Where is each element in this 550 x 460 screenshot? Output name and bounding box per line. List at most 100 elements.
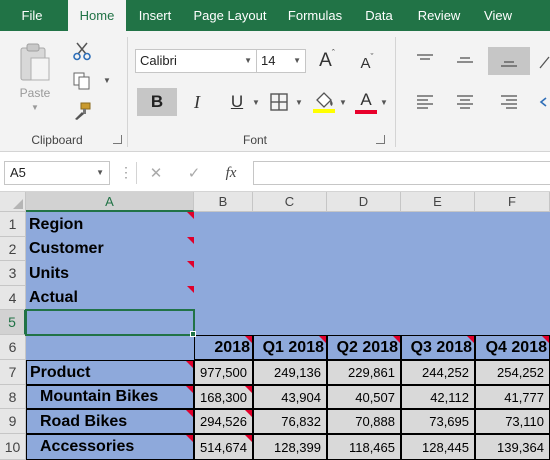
cell-e9[interactable]: 73,695 <box>401 409 475 434</box>
cell-a1[interactable]: Region <box>26 212 194 237</box>
cell-a8[interactable]: Mountain Bikes <box>26 385 194 409</box>
borders-icon[interactable] <box>267 91 291 113</box>
cell-c9[interactable]: 76,832 <box>253 409 327 434</box>
fill-handle[interactable] <box>190 331 196 337</box>
underline-button[interactable]: U <box>224 88 250 116</box>
fill-color-chevron-down-icon[interactable]: ▼ <box>339 98 347 107</box>
underline-chevron-down-icon[interactable]: ▼ <box>252 98 260 107</box>
cell-a7[interactable]: Product <box>26 360 194 385</box>
cell-b6[interactable]: 2018 <box>194 335 253 360</box>
cell-b8[interactable]: 168,300 <box>194 385 253 409</box>
row-header-6[interactable]: 6 <box>0 335 26 360</box>
row-header-1[interactable]: 1 <box>0 212 26 237</box>
cell-d9[interactable]: 70,888 <box>327 409 401 434</box>
cell-e10[interactable]: 128,445 <box>401 434 475 460</box>
align-center-icon[interactable] <box>453 91 477 113</box>
name-box[interactable]: A5 ▼ <box>4 161 110 185</box>
insert-function-icon[interactable]: fx <box>218 162 244 184</box>
cell-f6[interactable]: Q4 2018 <box>475 335 550 360</box>
align-top-icon[interactable] <box>413 49 437 71</box>
fill-color-icon[interactable] <box>310 88 338 116</box>
font-color-icon[interactable]: A <box>354 88 378 116</box>
cancel-icon[interactable]: ✕ <box>145 162 167 184</box>
bold-button[interactable]: B <box>137 88 177 116</box>
align-middle-icon[interactable] <box>453 49 477 71</box>
format-painter-icon[interactable] <box>70 99 94 123</box>
enter-icon[interactable]: ✓ <box>183 162 205 184</box>
cell-b7[interactable]: 977,500 <box>194 360 253 385</box>
cell-c8[interactable]: 43,904 <box>253 385 327 409</box>
decrease-indent-icon[interactable] <box>538 91 550 113</box>
tab-insert[interactable]: Insert <box>132 0 178 31</box>
tab-home[interactable]: Home <box>68 0 126 31</box>
row-header-9[interactable]: 9 <box>0 409 26 434</box>
cell-b10[interactable]: 514,674 <box>194 434 253 460</box>
row-header-4[interactable]: 4 <box>0 286 26 310</box>
align-left-icon[interactable] <box>413 91 437 113</box>
column-header-a[interactable]: A <box>26 192 194 212</box>
tab-data[interactable]: Data <box>360 0 398 31</box>
tab-page-layout[interactable]: Page Layout <box>190 0 270 31</box>
cell-c10[interactable]: 128,399 <box>253 434 327 460</box>
row-header-10[interactable]: 10 <box>0 434 26 460</box>
tab-view[interactable]: View <box>478 0 518 31</box>
row-header-5[interactable]: 5 <box>0 310 26 335</box>
tab-formulas[interactable]: Formulas <box>282 0 348 31</box>
cell-e7[interactable]: 244,252 <box>401 360 475 385</box>
cell-a9[interactable]: Road Bikes <box>26 409 194 434</box>
paste-label[interactable]: Paste <box>18 86 52 100</box>
cut-icon[interactable] <box>70 39 94 63</box>
cell-c7[interactable]: 249,136 <box>253 360 327 385</box>
align-right-icon[interactable] <box>497 91 521 113</box>
cell-b9[interactable]: 294,526 <box>194 409 253 434</box>
font-size-select[interactable]: 14 ▼ <box>256 49 306 73</box>
copy-icon[interactable] <box>70 69 94 93</box>
formula-input[interactable] <box>253 161 550 185</box>
active-cell-selection[interactable] <box>25 309 195 336</box>
cell-a10[interactable]: Accessories <box>26 434 194 460</box>
italic-button[interactable]: I <box>184 88 210 116</box>
row-header-7[interactable]: 7 <box>0 360 26 385</box>
decrease-font-size-icon[interactable]: Aˇ <box>355 51 379 75</box>
cell-f8[interactable]: 41,777 <box>475 385 550 409</box>
cell-f9[interactable]: 73,110 <box>475 409 550 434</box>
font-name-select[interactable]: Calibri ▼ <box>135 49 257 73</box>
cell-e6[interactable]: Q3 2018 <box>401 335 475 360</box>
cell-c6[interactable]: Q1 2018 <box>253 335 327 360</box>
comment-indicator <box>245 386 252 393</box>
cell-d6[interactable]: Q2 2018 <box>327 335 401 360</box>
formula-bar-grip-icon[interactable]: ⋮ <box>119 164 133 180</box>
column-header-d[interactable]: D <box>327 192 401 212</box>
cell-d7[interactable]: 229,861 <box>327 360 401 385</box>
paste-icon[interactable] <box>14 39 56 87</box>
tab-review[interactable]: Review <box>412 0 466 31</box>
align-bottom-icon[interactable] <box>488 47 530 75</box>
column-header-c[interactable]: C <box>253 192 327 212</box>
cell-e8[interactable]: 42,112 <box>401 385 475 409</box>
select-all-button[interactable] <box>0 192 26 212</box>
chevron-down-icon[interactable]: ▼ <box>31 103 39 112</box>
cell-a2[interactable]: Customer <box>26 237 194 261</box>
clipboard-launcher-icon[interactable] <box>113 135 122 144</box>
cell-a3[interactable]: Units <box>26 261 194 286</box>
cell-d8[interactable]: 40,507 <box>327 385 401 409</box>
cell-a4[interactable]: Actual <box>26 286 194 310</box>
row-header-2[interactable]: 2 <box>0 237 26 261</box>
cell-a6[interactable] <box>26 335 194 360</box>
font-color-chevron-down-icon[interactable]: ▼ <box>380 98 388 107</box>
tab-file[interactable]: File <box>10 0 54 31</box>
row-header-8[interactable]: 8 <box>0 385 26 409</box>
font-launcher-icon[interactable] <box>376 135 385 144</box>
column-header-e[interactable]: E <box>401 192 475 212</box>
borders-chevron-down-icon[interactable]: ▼ <box>295 98 303 107</box>
column-header-b[interactable]: B <box>194 192 253 212</box>
copy-chevron-down-icon[interactable]: ▼ <box>103 76 111 85</box>
cell-label-actual: Actual <box>29 289 78 306</box>
column-header-f[interactable]: F <box>475 192 550 212</box>
cell-f10[interactable]: 139,364 <box>475 434 550 460</box>
orientation-icon[interactable] <box>538 51 550 73</box>
cell-d10[interactable]: 118,465 <box>327 434 401 460</box>
row-header-3[interactable]: 3 <box>0 261 26 286</box>
cell-f7[interactable]: 254,252 <box>475 360 550 385</box>
increase-font-size-icon[interactable]: Aˆ <box>314 48 340 73</box>
